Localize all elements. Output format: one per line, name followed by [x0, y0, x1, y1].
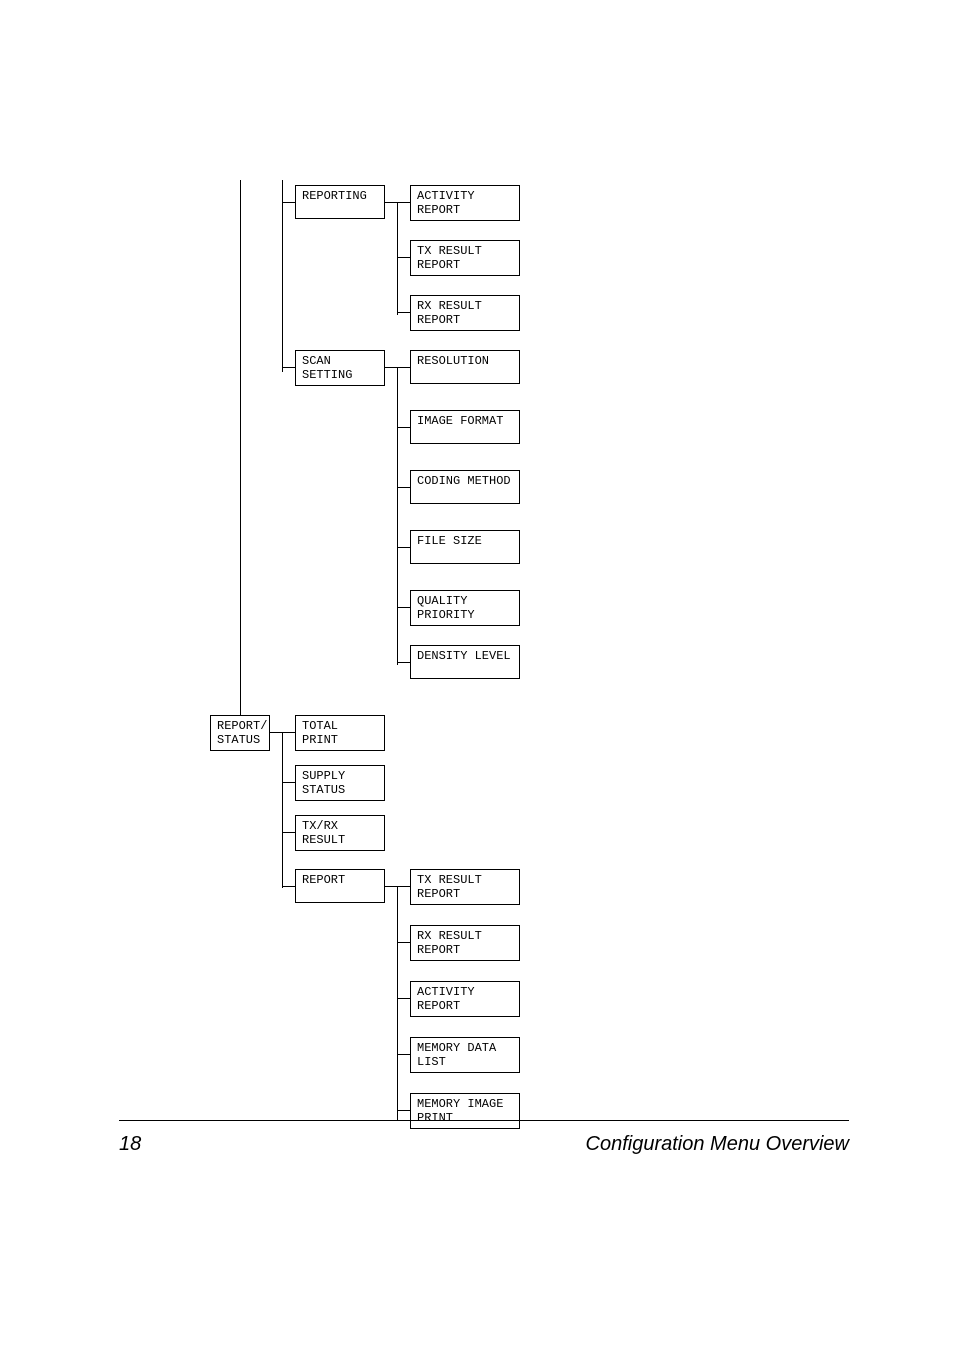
tx-result-report-box: TX RESULT REPORT	[410, 240, 520, 276]
total-print-box: TOTAL PRINT	[295, 715, 385, 751]
image-format-box: IMAGE FORMAT	[410, 410, 520, 444]
activity-report-box: ACTIVITY REPORT	[410, 185, 520, 221]
supply-status-box: SUPPLY STATUS	[295, 765, 385, 801]
quality-priority-box: QUALITY PRIORITY	[410, 590, 520, 626]
memory-image-print-box: MEMORY IMAGE PRINT	[410, 1093, 520, 1129]
menu-tree-diagram: REPORT/ STATUS REPORTING SCAN SETTING TO…	[210, 185, 670, 1120]
resolution-box: RESOLUTION	[410, 350, 520, 384]
rx-result-report-box: RX RESULT REPORT	[410, 295, 520, 331]
report-status-box: REPORT/ STATUS	[210, 715, 270, 751]
coding-method-box: CODING METHOD	[410, 470, 520, 504]
reporting-box: REPORTING	[295, 185, 385, 219]
page-number: 18	[119, 1133, 141, 1156]
file-size-box: FILE SIZE	[410, 530, 520, 564]
activity-report2-box: ACTIVITY REPORT	[410, 981, 520, 1017]
density-level-box: DENSITY LEVEL	[410, 645, 520, 679]
tx-result-report2-box: TX RESULT REPORT	[410, 869, 520, 905]
footer-divider	[119, 1120, 849, 1121]
footer-title: Configuration Menu Overview	[586, 1133, 849, 1156]
report-box: REPORT	[295, 869, 385, 903]
rx-result-report2-box: RX RESULT REPORT	[410, 925, 520, 961]
txrx-result-box: TX/RX RESULT	[295, 815, 385, 851]
scan-setting-box: SCAN SETTING	[295, 350, 385, 386]
memory-data-list-box: MEMORY DATA LIST	[410, 1037, 520, 1073]
